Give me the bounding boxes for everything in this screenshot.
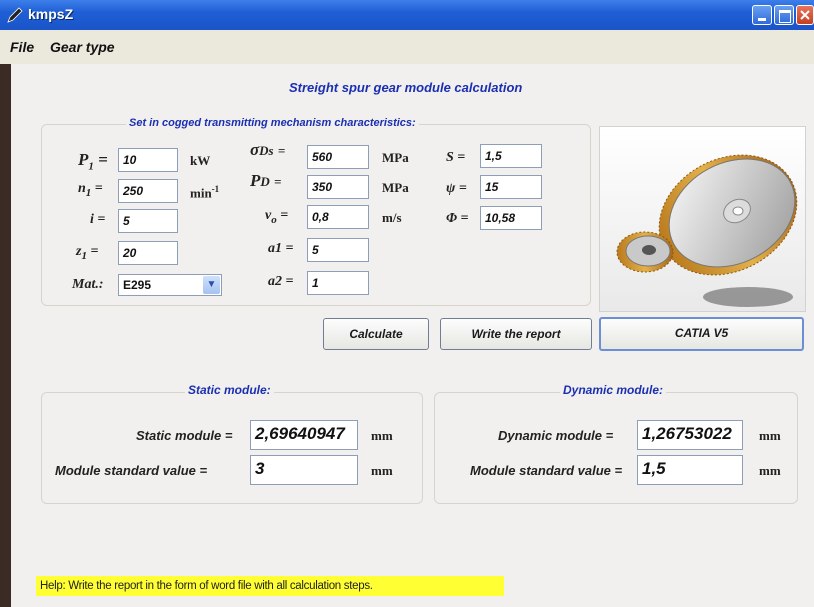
p1-unit: kW <box>190 153 211 168</box>
static-module-label: Static module = <box>136 428 233 443</box>
dynamic-std-unit: mm <box>759 463 781 478</box>
window-title: kmpsZ <box>28 6 74 22</box>
dynamic-module-heading: Dynamic module: <box>560 383 667 397</box>
psi-label: ψ = <box>446 181 467 196</box>
spur-gear-image <box>599 126 806 312</box>
static-module-field[interactable]: 2,69640947 <box>250 420 358 450</box>
a1-label: a1 = <box>268 241 294 256</box>
p1-label: P1 = <box>78 150 108 173</box>
dynamic-module-field[interactable]: 1,26753022 <box>637 420 743 450</box>
catia-v5-button[interactable]: CATIA V5 <box>599 317 804 351</box>
material-label: Mat.: <box>72 277 104 292</box>
close-button[interactable] <box>796 5 814 25</box>
minimize-icon <box>758 18 766 21</box>
menu-bar: File Gear type <box>0 30 814 65</box>
pd-label: PD = <box>250 171 282 190</box>
static-std-label: Module standard value = <box>55 463 208 478</box>
close-icon <box>800 10 810 20</box>
vo-unit: m/s <box>382 210 402 225</box>
title-bar: kmpsZ <box>0 0 814 30</box>
pd-unit: MPa <box>382 180 409 195</box>
write-report-button[interactable]: Write the report <box>440 318 592 350</box>
static-module-heading: Static module: <box>185 383 274 397</box>
p1-input[interactable]: 10 <box>118 148 178 172</box>
n1-unit: min-1 <box>190 184 220 201</box>
menu-gear-type[interactable]: Gear type <box>50 39 115 55</box>
dynamic-std-label: Module standard value = <box>470 463 623 478</box>
help-text: Help: Write the report in the form of wo… <box>36 576 504 596</box>
calculate-button[interactable]: Calculate <box>323 318 429 350</box>
minimize-button[interactable] <box>752 5 772 25</box>
static-module-group <box>41 392 423 504</box>
menu-file[interactable]: File <box>10 39 34 55</box>
static-std-field[interactable]: 3 <box>250 455 358 485</box>
phi-input[interactable]: 10,58 <box>480 206 542 230</box>
s-input[interactable]: 1,5 <box>480 144 542 168</box>
a1-input[interactable]: 5 <box>307 238 369 262</box>
sigma-ds-unit: MPa <box>382 150 409 165</box>
sigma-ds-label: σDs = <box>250 140 286 159</box>
window-left-edge <box>0 64 11 607</box>
gear-illustration <box>616 154 798 307</box>
dynamic-std-field[interactable]: 1,5 <box>637 455 743 485</box>
z1-input[interactable]: 20 <box>118 241 178 265</box>
i-input[interactable]: 5 <box>118 209 178 233</box>
static-std-unit: mm <box>371 463 393 478</box>
phi-label: Φ = <box>446 211 469 226</box>
s-label: S = <box>446 150 466 165</box>
material-select-value: E295 <box>123 278 152 292</box>
sigma-ds-input[interactable]: 560 <box>307 145 369 169</box>
dynamic-module-label: Dynamic module = <box>498 428 614 443</box>
dynamic-module-group <box>434 392 798 504</box>
dynamic-module-unit: mm <box>759 428 781 443</box>
i-label: i = <box>90 212 106 227</box>
page-title: Streight spur gear module calculation <box>289 80 523 95</box>
chevron-down-icon[interactable]: ▼ <box>203 276 220 294</box>
maximize-icon <box>779 10 791 23</box>
n1-label: n1 = <box>78 181 103 199</box>
a2-label: a2 = <box>268 274 294 289</box>
n1-input[interactable]: 250 <box>118 179 178 203</box>
characteristics-heading: Set in cogged transmitting mechanism cha… <box>126 117 419 129</box>
psi-input[interactable]: 15 <box>480 175 542 199</box>
pd-input[interactable]: 350 <box>307 175 369 199</box>
vo-label: vo = <box>265 208 289 226</box>
a2-input[interactable]: 1 <box>307 271 369 295</box>
z1-label: z1 = <box>76 244 99 262</box>
static-module-unit: mm <box>371 428 393 443</box>
vo-input[interactable]: 0,8 <box>307 205 369 229</box>
material-select[interactable]: E295 ▼ <box>118 274 222 296</box>
maximize-button[interactable] <box>774 5 794 25</box>
pen-icon <box>7 7 23 23</box>
